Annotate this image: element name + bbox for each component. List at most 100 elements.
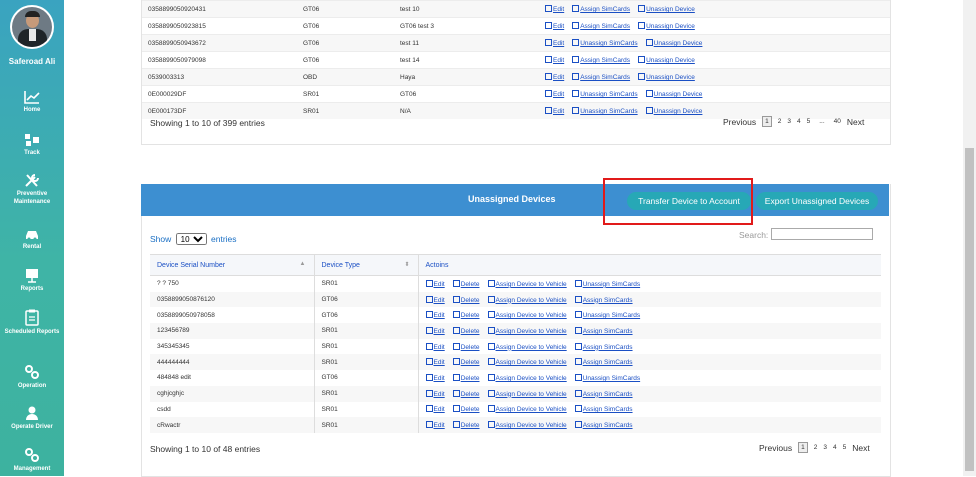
pager-page[interactable]: 4 [833, 444, 837, 451]
action-link[interactable]: Assign SimCards [574, 358, 633, 366]
pager-page[interactable]: 5 [807, 118, 811, 125]
action-link[interactable]: Delete [452, 279, 480, 288]
action-link[interactable]: Edit [425, 405, 445, 413]
action-link[interactable]: Edit [545, 39, 564, 47]
pager-page[interactable]: 1 [762, 116, 772, 127]
action-link[interactable]: Edit [425, 342, 445, 351]
action-link[interactable]: Delete [452, 326, 480, 335]
column-header-serial[interactable]: Device Serial Number ▲ [150, 254, 315, 276]
nav-reports[interactable]: Reports [0, 268, 64, 293]
scrollbar-thumb[interactable] [965, 148, 974, 471]
show-label: Show [150, 234, 172, 244]
pager-next[interactable]: Next [852, 443, 869, 453]
action-link[interactable]: Assign Device to Vehicle [487, 342, 567, 351]
pager-page[interactable]: 3 [787, 118, 791, 125]
action-link[interactable]: Unassign Device [638, 56, 695, 64]
nav-home[interactable]: Home [0, 90, 64, 114]
action-link[interactable]: Unassign SimCards [574, 311, 640, 319]
action-link[interactable]: Unassign SimCards [572, 39, 638, 47]
pager-page[interactable]: 1 [798, 442, 808, 453]
edit-icon [452, 373, 460, 381]
action-link[interactable]: Assign Device to Vehicle [487, 326, 567, 335]
action-label: Edit [433, 422, 445, 430]
action-link[interactable]: Assign SimCards [572, 56, 630, 64]
action-link[interactable]: Assign Device to Vehicle [487, 279, 567, 288]
action-link[interactable]: Unassign SimCards [572, 107, 638, 115]
pager-prev[interactable]: Previous [759, 443, 792, 453]
action-link[interactable]: Delete [452, 295, 480, 304]
pager-page[interactable]: 5 [843, 444, 847, 451]
pager-page[interactable]: 2 [814, 444, 818, 451]
action-link[interactable]: Delete [452, 311, 480, 319]
action-link[interactable]: Edit [425, 373, 445, 382]
action-link[interactable]: Assign SimCards [572, 22, 630, 30]
action-link[interactable]: Unassign SimCards [574, 279, 640, 288]
table-info: Showing 1 to 10 of 399 entries [150, 118, 265, 128]
action-link[interactable]: Edit [545, 73, 564, 81]
action-link[interactable]: Edit [545, 5, 564, 13]
action-link[interactable]: Assign SimCards [574, 405, 633, 413]
action-link[interactable]: Unassign SimCards [572, 90, 638, 98]
action-link[interactable]: Edit [545, 90, 564, 98]
nav-operate-driver[interactable]: Operate Driver [0, 405, 64, 431]
action-link[interactable]: Assign SimCards [572, 73, 630, 81]
action-link[interactable]: Edit [425, 326, 445, 335]
action-link[interactable]: Assign Device to Vehicle [487, 389, 567, 398]
action-link[interactable]: Unassign Device [638, 5, 695, 13]
pager-page[interactable]: 2 [778, 118, 782, 125]
nav-operation[interactable]: Operation [0, 364, 64, 390]
action-link[interactable]: Assign SimCards [574, 295, 633, 304]
action-link[interactable]: Assign Device to Vehicle [487, 311, 567, 319]
nav-preventive-maintenance[interactable]: Preventive Maintenance [0, 173, 64, 206]
pager-page[interactable]: 3 [823, 444, 827, 451]
action-link[interactable]: Edit [425, 295, 445, 304]
action-link[interactable]: Delete [452, 421, 480, 429]
action-link[interactable]: Assign SimCards [574, 326, 633, 335]
action-link[interactable]: Edit [545, 56, 564, 64]
column-header-type[interactable]: Device Type ⬍ [314, 254, 419, 276]
action-link[interactable]: Unassign Device [645, 107, 702, 115]
action-link[interactable]: Edit [545, 107, 564, 115]
action-link[interactable]: Edit [425, 311, 445, 319]
action-link[interactable]: Delete [452, 373, 480, 382]
action-link[interactable]: Edit [545, 22, 564, 30]
action-link[interactable]: Assign SimCards [574, 342, 633, 351]
action-link[interactable]: Edit [425, 389, 445, 398]
avatar[interactable] [10, 5, 54, 49]
action-link[interactable]: Edit [425, 279, 445, 288]
pager-next[interactable]: Next [847, 117, 864, 127]
action-link[interactable]: Unassign SimCards [574, 373, 640, 382]
action-link[interactable]: Delete [452, 389, 480, 398]
search-input[interactable] [771, 228, 873, 240]
export-unassigned-button[interactable]: Export Unassigned Devices [756, 192, 878, 210]
action-link[interactable]: Unassign Device [638, 73, 695, 81]
action-link[interactable]: Delete [452, 342, 480, 351]
action-link[interactable]: Assign SimCards [574, 389, 633, 398]
action-link[interactable]: Assign Device to Vehicle [487, 373, 567, 382]
action-label: Unassign Device [646, 57, 695, 64]
cell-actions: Edit Delete Assign Device to Vehicle Assign… [418, 354, 881, 371]
action-link[interactable]: Assign Device to Vehicle [487, 295, 567, 304]
action-link[interactable]: Assign SimCards [574, 421, 633, 429]
edit-icon [545, 5, 552, 12]
nav-scheduled-reports[interactable]: Scheduled Reports [0, 309, 64, 336]
action-link[interactable]: Delete [452, 405, 480, 413]
action-link[interactable]: Unassign Device [645, 39, 702, 47]
pager-page[interactable]: 4 [797, 118, 801, 125]
pager-prev[interactable]: Previous [723, 117, 756, 127]
action-link[interactable]: Edit [425, 358, 445, 366]
page-length-select[interactable]: 10 [175, 233, 207, 245]
action-link[interactable]: Assign Device to Vehicle [487, 358, 567, 366]
nav-management[interactable]: Management [0, 447, 64, 473]
action-link[interactable]: Assign Device to Vehicle [487, 421, 567, 429]
cell-type: GT06 [297, 0, 394, 18]
action-link[interactable]: Assign Device to Vehicle [487, 405, 567, 413]
action-link[interactable]: Unassign Device [645, 90, 702, 98]
action-link[interactable]: Assign SimCards [572, 5, 630, 13]
action-link[interactable]: Delete [452, 358, 480, 366]
nav-track[interactable]: Track [0, 133, 64, 157]
nav-rental[interactable]: Rental [0, 228, 64, 251]
pager-page[interactable]: 40 [834, 118, 841, 125]
action-link[interactable]: Unassign Device [638, 22, 695, 30]
action-link[interactable]: Edit [425, 421, 445, 430]
